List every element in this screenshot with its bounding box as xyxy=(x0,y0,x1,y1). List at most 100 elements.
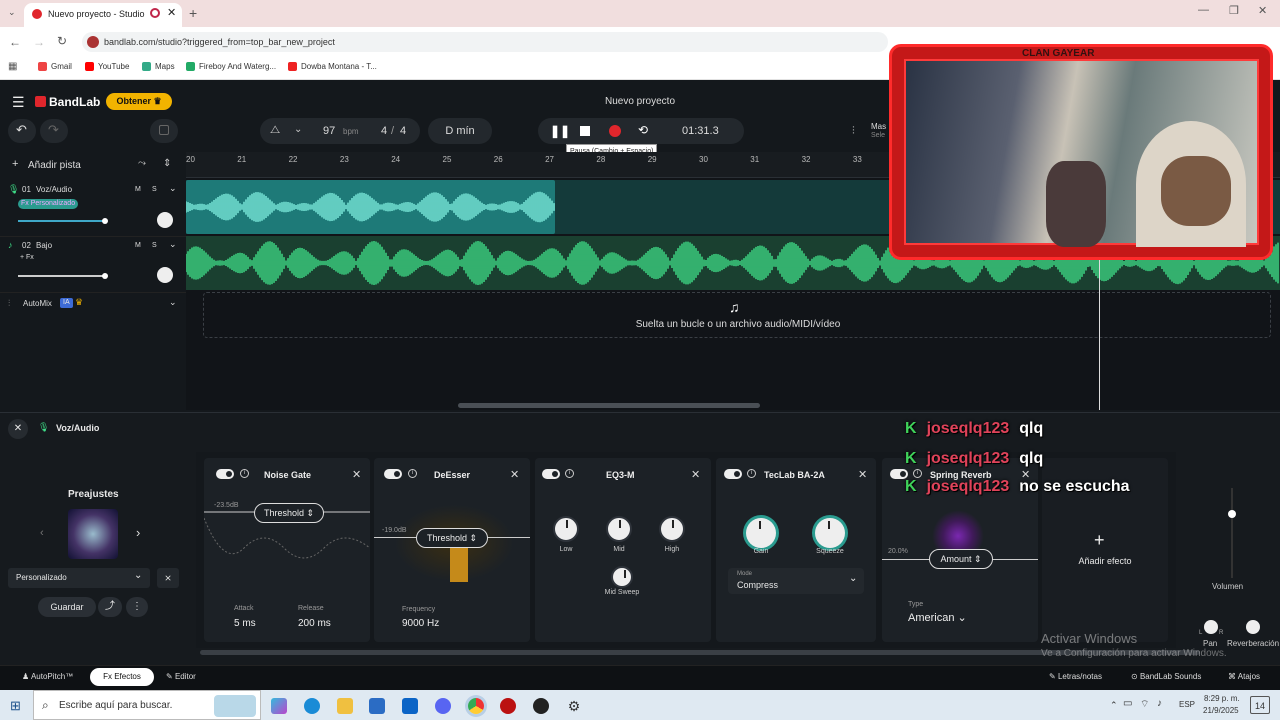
preset-reset-icon[interactable]: ⨯ xyxy=(157,568,179,588)
redo-button[interactable]: ↷ xyxy=(40,119,68,143)
solo-button[interactable]: S xyxy=(152,186,157,193)
chevron-down-icon[interactable]: ⌄ xyxy=(169,297,177,308)
volume-handle[interactable] xyxy=(102,218,108,224)
remove-effect-icon[interactable]: ✕ xyxy=(691,468,700,481)
more-options-icon[interactable]: ⋮ xyxy=(126,597,148,617)
volume-slider[interactable] xyxy=(18,220,106,222)
language-indicator[interactable]: ESP xyxy=(1179,700,1195,709)
edge-icon[interactable] xyxy=(304,698,320,714)
obs-icon[interactable] xyxy=(533,698,549,714)
info-icon[interactable]: i xyxy=(913,469,922,478)
threshold-select[interactable]: Threshold ⇕ xyxy=(416,528,488,548)
type-select[interactable]: American ⌄ xyxy=(908,611,967,624)
browser-tab[interactable]: Nuevo proyecto - Studio ✕ xyxy=(24,3,182,27)
next-preset-icon[interactable]: › xyxy=(136,525,140,540)
chevron-down-icon[interactable]: ⌄ xyxy=(169,183,177,194)
chrome-icon[interactable] xyxy=(468,698,484,714)
audio-clip-voz[interactable] xyxy=(186,180,555,234)
share-icon[interactable]: ⤴ xyxy=(98,597,122,617)
mid-knob[interactable] xyxy=(606,516,632,542)
automation-icon[interactable]: ⤳ xyxy=(138,158,146,169)
undo-button[interactable]: ↶ xyxy=(8,119,36,143)
info-icon[interactable]: i xyxy=(747,469,756,478)
pan-knob[interactable] xyxy=(157,212,173,228)
fit-tracks-icon[interactable]: ⇕ xyxy=(163,158,171,169)
info-icon[interactable]: i xyxy=(408,469,417,478)
time-signature-top[interactable]: 4 xyxy=(381,125,387,137)
track-settings-button[interactable] xyxy=(150,119,178,143)
chevron-down-icon[interactable]: ⌄ xyxy=(294,124,302,135)
mute-button[interactable]: M xyxy=(135,186,141,193)
app-red-icon[interactable] xyxy=(500,698,516,714)
tray-chevron-icon[interactable]: ⌃ xyxy=(1110,700,1118,711)
stop-icon[interactable] xyxy=(580,126,590,136)
preset-select[interactable]: Personalizado ⌄ xyxy=(8,568,150,588)
remove-effect-icon[interactable]: ✕ xyxy=(352,468,361,481)
prev-preset-icon[interactable]: ‹ xyxy=(40,527,44,539)
toggle-switch[interactable] xyxy=(384,469,402,479)
close-window-icon[interactable]: ✕ xyxy=(1258,4,1267,17)
toggle-switch[interactable] xyxy=(542,469,560,479)
add-track-plus-icon[interactable]: + xyxy=(12,158,18,170)
effects-tab[interactable]: Fx Efectos xyxy=(90,668,154,686)
volume-icon[interactable]: ♪ xyxy=(1157,698,1162,709)
low-knob[interactable] xyxy=(553,516,579,542)
bookmark-gmail[interactable]: Gmail xyxy=(38,62,72,71)
apps-grid-icon[interactable]: ▦ xyxy=(8,61,17,72)
horizontal-scrollbar[interactable] xyxy=(458,403,760,408)
info-icon[interactable]: i xyxy=(565,469,574,478)
bookmark-dowba[interactable]: Dowba Montana - T... xyxy=(288,62,377,71)
shortcuts-button[interactable]: ⌘ Atajos xyxy=(1228,672,1260,681)
taskbar-search[interactable]: ⌕ Escribe aquí para buscar. xyxy=(33,690,261,720)
save-preset-button[interactable]: Guardar xyxy=(38,597,96,617)
store-icon[interactable] xyxy=(369,698,385,714)
remove-effect-icon[interactable]: ✕ xyxy=(510,468,519,481)
toggle-switch[interactable] xyxy=(724,469,742,479)
editor-tab[interactable]: ✎ Editor xyxy=(166,672,196,681)
discord-icon[interactable] xyxy=(435,698,451,714)
add-track-button[interactable]: Añadir pista xyxy=(28,160,81,171)
volume-handle[interactable] xyxy=(102,273,108,279)
drop-zone[interactable]: ♫ Suelta un bucle o un archivo audio/MID… xyxy=(203,292,1271,338)
key-button[interactable]: D mín xyxy=(428,118,492,144)
solo-button[interactable]: S xyxy=(152,242,157,249)
attack-value[interactable]: 5 ms xyxy=(234,618,256,629)
close-panel-icon[interactable]: ✕ xyxy=(8,419,28,439)
high-knob[interactable] xyxy=(659,516,685,542)
restore-icon[interactable]: ❐ xyxy=(1229,4,1239,17)
remove-effect-icon[interactable]: ✕ xyxy=(858,468,867,481)
release-value[interactable]: 200 ms xyxy=(298,618,331,629)
pan-knob[interactable] xyxy=(1204,620,1218,634)
volume-handle[interactable] xyxy=(1228,510,1236,518)
automix-row[interactable]: ⫶ AutoMix IA ♛ ⌄ xyxy=(0,292,186,314)
mid-sweep-knob[interactable] xyxy=(611,566,633,588)
threshold-select[interactable]: Threshold ⇕ xyxy=(254,503,324,523)
tab-search-icon[interactable]: ⌄ xyxy=(8,7,16,18)
volume-slider[interactable] xyxy=(18,275,106,277)
pan-knob[interactable] xyxy=(157,267,173,283)
url-field[interactable]: bandlab.com/studio?triggered_from=top_ba… xyxy=(82,32,888,52)
metronome-icon[interactable]: ⧍ xyxy=(270,124,280,137)
clock-date[interactable]: 21/9/2025 xyxy=(1203,706,1239,715)
forward-icon[interactable]: → xyxy=(33,35,45,49)
bookmark-youtube[interactable]: YouTube xyxy=(85,62,129,71)
bookmark-fireboy[interactable]: Fireboy And Waterg... xyxy=(186,62,276,71)
lyrics-button[interactable]: ✎ Letras/notas xyxy=(1049,672,1102,681)
minimize-icon[interactable]: — xyxy=(1198,4,1209,16)
chevron-down-icon[interactable]: ⌄ xyxy=(169,239,177,250)
windows-start-icon[interactable]: ⊞ xyxy=(10,698,21,714)
bpm-value[interactable]: 97 xyxy=(323,125,335,137)
pause-icon[interactable]: ❚❚ xyxy=(550,124,570,138)
close-tab-icon[interactable]: ✕ xyxy=(167,6,176,19)
battery-icon[interactable]: ▭ xyxy=(1123,698,1132,709)
site-info-icon[interactable] xyxy=(87,36,99,48)
record-icon[interactable] xyxy=(609,125,621,137)
master-volume-slider[interactable] xyxy=(1231,488,1233,578)
time-signature-bottom[interactable]: 4 xyxy=(400,125,406,137)
track-header-bajo[interactable]: ♪ 02 Bajo M S ⌄ + Fx xyxy=(0,236,186,290)
network-icon[interactable]: ⌔ xyxy=(1140,698,1149,711)
sounds-button[interactable]: ⊙ BandLab Sounds xyxy=(1131,672,1201,681)
copilot-icon[interactable] xyxy=(271,698,287,714)
settings-gear-icon[interactable]: ⚙ xyxy=(566,698,582,714)
info-icon[interactable]: i xyxy=(240,469,249,478)
